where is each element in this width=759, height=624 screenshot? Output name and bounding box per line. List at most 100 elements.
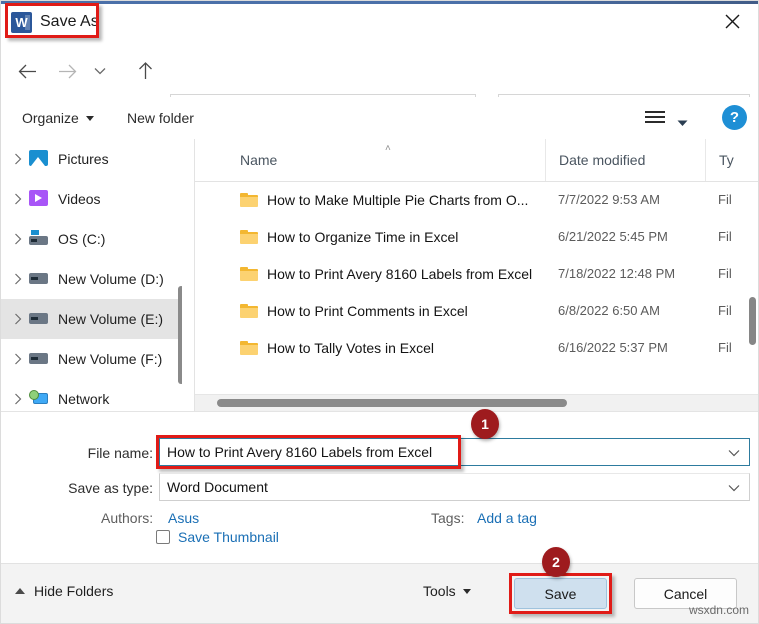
table-row[interactable]: How to Print Comments in Excel 6/8/2022 6… [195, 292, 758, 329]
file-list: Name Date modified Ty ˄ How to Make Mult… [194, 139, 758, 411]
file-name-value: How to Print Avery 8160 Labels from Exce… [167, 444, 433, 460]
sidebar-scrollbar-thumb[interactable] [178, 286, 182, 384]
hide-folders-button[interactable]: Hide Folders [15, 583, 113, 599]
sidebar-item-label: New Volume (E:) [58, 311, 164, 327]
hide-folders-label: Hide Folders [34, 583, 114, 599]
watermark: wsxdn.com [688, 603, 749, 617]
save-as-type-chevron-down-icon[interactable] [728, 479, 740, 495]
folder-icon [240, 340, 258, 355]
chevron-right-icon[interactable] [7, 273, 29, 285]
chevron-down-icon [462, 588, 471, 594]
sidebar-item-os-c[interactable]: OS (C:) [1, 219, 182, 259]
sidebar-item-videos[interactable]: Videos [1, 179, 182, 219]
folder-icon [240, 192, 258, 207]
column-header-name[interactable]: Name [195, 139, 545, 181]
organize-button[interactable]: Organize [22, 106, 94, 130]
sidebar-item-label: New Volume (F:) [58, 351, 163, 367]
drive-icon [29, 310, 49, 328]
authors-value[interactable]: Asus [168, 510, 199, 526]
type-cell: Fil [718, 266, 732, 281]
file-name-cell: How to Print Avery 8160 Labels from Exce… [195, 266, 545, 282]
sidebar-item-label: Videos [58, 191, 101, 207]
table-row[interactable]: How to Organize Time in Excel 6/21/2022 5… [195, 218, 758, 255]
back-arrow-icon[interactable] [11, 55, 43, 87]
folder-icon [240, 266, 258, 281]
file-name-text: How to Tally Votes in Excel [267, 339, 435, 356]
chevron-right-icon[interactable] [7, 153, 29, 165]
column-header-type[interactable]: Ty [705, 139, 758, 181]
sidebar-item-new-volume-e[interactable]: New Volume (E:) [1, 299, 182, 339]
navigation-pane: Pictures Videos OS (C:) New Volume (D:) New … [1, 139, 182, 411]
file-name-cell: How to Make Multiple Pie Charts from O..… [195, 192, 545, 208]
type-cell: Fil [718, 229, 732, 244]
up-arrow-icon[interactable] [129, 55, 161, 87]
title-accent-stripe [1, 1, 758, 4]
file-name-cell: How to Tally Votes in Excel [195, 340, 545, 356]
sidebar-item-new-volume-f[interactable]: New Volume (F:) [1, 339, 182, 379]
drive-icon [29, 350, 49, 368]
tools-label: Tools [423, 583, 456, 599]
save-thumbnail-checkbox[interactable] [156, 530, 170, 544]
chevron-right-icon[interactable] [7, 193, 29, 205]
forward-arrow-icon[interactable] [51, 55, 83, 87]
type-cell: Fil [718, 192, 732, 207]
drive-icon [29, 270, 49, 288]
save-thumbnail-label: Save Thumbnail [178, 529, 279, 545]
save-as-dialog: W Save As Organize New folder ? Pictures… [0, 0, 759, 624]
file-list-horizontal-scrollbar-thumb[interactable] [217, 399, 567, 407]
file-list-vertical-scrollbar-thumb[interactable] [749, 297, 756, 345]
recent-locations-chevron-down-icon[interactable] [89, 55, 111, 87]
chevron-right-icon[interactable] [7, 353, 29, 365]
close-icon[interactable] [710, 3, 754, 39]
file-name-input[interactable]: How to Print Avery 8160 Labels from Exce… [159, 438, 750, 466]
save-button[interactable]: Save [514, 578, 607, 609]
file-list-horizontal-scrollbar[interactable] [195, 394, 758, 411]
file-name-text: How to Organize Time in Excel [267, 228, 459, 245]
folder-icon [240, 303, 258, 318]
network-icon [29, 390, 49, 408]
title-group: W Save As [11, 7, 99, 37]
date-modified-cell: 7/7/2022 9:53 AM [558, 192, 660, 207]
table-row[interactable]: How to Tally Votes in Excel 6/16/2022 5:3… [195, 329, 758, 366]
save-thumbnail-row[interactable]: Save Thumbnail [156, 529, 279, 545]
save-as-type-label: Save as type: [68, 480, 153, 496]
file-name-text: How to Make Multiple Pie Charts from O..… [267, 191, 529, 208]
chevron-up-icon [15, 588, 25, 594]
new-folder-button[interactable]: New folder [127, 106, 194, 130]
chevron-down-icon [85, 115, 94, 121]
title-bar: W Save As [1, 1, 758, 45]
os-drive-icon [29, 230, 49, 248]
browser-body: Pictures Videos OS (C:) New Volume (D:) New … [1, 139, 758, 411]
dialog-title: Save As [40, 13, 99, 30]
date-modified-cell: 6/16/2022 5:37 PM [558, 340, 668, 355]
help-icon[interactable]: ? [722, 105, 747, 130]
file-name-chevron-down-icon[interactable] [728, 444, 740, 460]
sidebar-item-label: Network [58, 391, 110, 407]
column-header-date-modified[interactable]: Date modified [545, 139, 705, 181]
chevron-right-icon[interactable] [7, 313, 29, 325]
table-row[interactable]: How to Make Multiple Pie Charts from O..… [195, 181, 758, 218]
save-as-type-select[interactable]: Word Document [159, 473, 750, 501]
file-name-text: How to Print Comments in Excel [267, 302, 468, 319]
annotation-badge-1: 1 [471, 409, 499, 439]
sidebar-item-network[interactable]: Network [1, 379, 182, 411]
sidebar-item-label: Pictures [58, 151, 109, 167]
view-chevron-down-icon[interactable] [677, 114, 688, 132]
pictures-icon [29, 150, 49, 168]
tools-button[interactable]: Tools [423, 583, 471, 599]
chevron-right-icon[interactable] [7, 393, 29, 405]
sort-ascending-icon: ˄ [385, 143, 391, 154]
save-as-type-value: Word Document [167, 479, 268, 495]
table-row[interactable]: How to Print Avery 8160 Labels from Exce… [195, 255, 758, 292]
file-list-header: Name Date modified Ty ˄ [195, 139, 758, 182]
command-bar: Organize New folder ? [1, 97, 758, 140]
sidebar-item-pictures[interactable]: Pictures [1, 139, 182, 179]
annotation-badge-2: 2 [542, 547, 570, 577]
folder-icon [240, 229, 258, 244]
navigation-bar: « New ... › Softeko [1, 45, 758, 134]
sidebar-item-new-volume-d[interactable]: New Volume (D:) [1, 259, 182, 299]
view-list-icon[interactable] [645, 108, 665, 128]
chevron-right-icon[interactable] [7, 233, 29, 245]
add-a-tag-link[interactable]: Add a tag [477, 510, 537, 526]
file-name-cell: How to Organize Time in Excel [195, 229, 545, 245]
